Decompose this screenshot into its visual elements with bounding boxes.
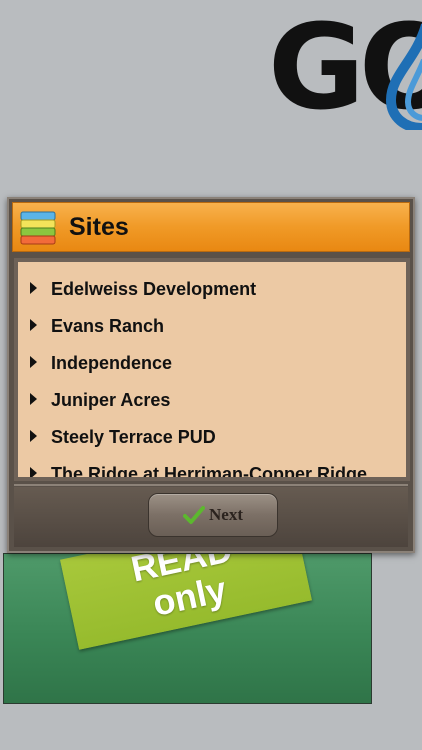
next-button[interactable]: Next <box>148 493 278 537</box>
disclosure-triangle-icon <box>30 430 37 443</box>
disclosure-triangle-icon <box>30 467 37 477</box>
sites-list-panel: Edelweiss Development Evans Ranch Indepe… <box>14 258 410 481</box>
disclosure-triangle-icon <box>30 319 37 332</box>
background-card: READ only <box>3 553 372 704</box>
read-only-ribbon: READ only <box>60 554 312 650</box>
sites-list[interactable]: Edelweiss Development Evans Ranch Indepe… <box>18 262 406 477</box>
layers-icon <box>20 211 56 245</box>
list-item[interactable]: Independence <box>30 348 172 378</box>
dialog-footer: Next <box>14 487 408 547</box>
list-item-label: Juniper Acres <box>51 390 171 410</box>
footer-divider <box>14 484 408 486</box>
checkmark-icon <box>183 506 205 524</box>
list-item-label: Evans Ranch <box>51 316 165 336</box>
list-item-label: Edelweiss Development <box>51 279 257 299</box>
dialog-header: Sites <box>12 202 410 252</box>
app-logo: GO <box>268 10 422 130</box>
list-item-label: Independence <box>51 353 173 373</box>
next-button-label: Next <box>209 505 243 524</box>
list-item-label: The Ridge at Herriman-Copper Ridge <box>51 464 368 477</box>
list-item[interactable]: Edelweiss Development <box>30 274 256 304</box>
list-item[interactable]: Steely Terrace PUD <box>30 422 216 452</box>
list-item[interactable]: Evans Ranch <box>30 311 164 341</box>
list-item[interactable]: Juniper Acres <box>30 385 170 415</box>
list-item-label: Steely Terrace PUD <box>51 427 216 447</box>
dialog-title: Sites <box>69 213 129 241</box>
disclosure-triangle-icon <box>30 393 37 406</box>
disclosure-triangle-icon <box>30 282 37 295</box>
list-item[interactable]: The Ridge at Herriman-Copper Ridge <box>30 459 367 477</box>
sites-dialog: Sites Edelweiss Development Evans Ranch … <box>7 197 415 553</box>
disclosure-triangle-icon <box>30 356 37 369</box>
water-drop-icon <box>386 23 422 130</box>
